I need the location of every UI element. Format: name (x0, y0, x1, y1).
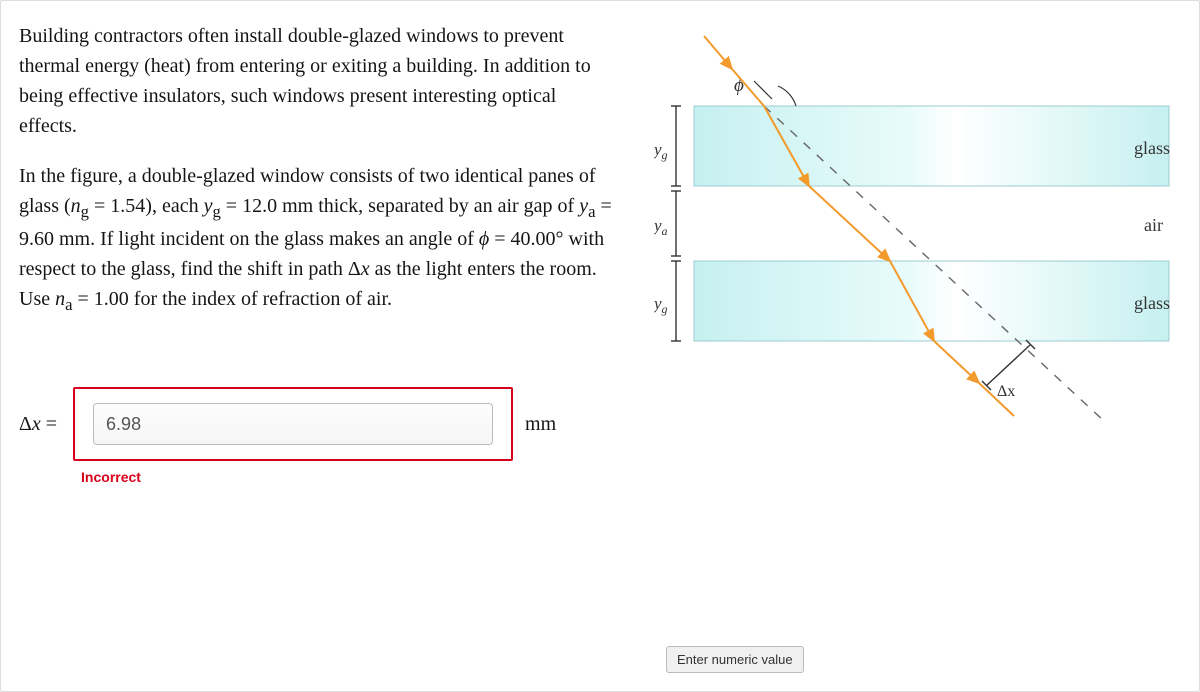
yg-sub: g (212, 202, 220, 221)
feedback-text: Incorrect (81, 469, 141, 485)
question-container: Building contractors often install doubl… (0, 0, 1200, 692)
problem-column: Building contractors often install doubl… (19, 21, 619, 671)
problem-paragraph-1: Building contractors often install doubl… (19, 21, 619, 141)
bracket-yg-top (671, 106, 681, 186)
optics-diagram: glass air glass yg ya y (654, 31, 1184, 451)
enter-numeric-tooltip: Enter numeric value (666, 646, 804, 673)
yg-bottom-label: yg (654, 294, 668, 316)
ng-symbol: n (71, 195, 81, 217)
na-sub: a (65, 295, 72, 314)
problem-paragraph-2: In the figure, a double-glazed window co… (19, 161, 619, 317)
light-ray (704, 36, 1014, 416)
answer-var: x (32, 413, 41, 435)
ya-sub: a (588, 202, 595, 221)
phi-symbol: ϕ (479, 228, 489, 250)
ya-label: ya (654, 216, 668, 238)
na-val: = 1.00 for the index of refraction of ai… (73, 288, 393, 310)
ng-val: = 1.54), each (89, 195, 204, 217)
answer-label: Δx = (19, 413, 57, 436)
glass-pane-top (694, 106, 1169, 186)
label-glass-bottom: glass (1134, 293, 1170, 313)
label-air: air (1144, 215, 1163, 235)
ya-symbol: y (579, 195, 588, 217)
answer-delta: Δ (19, 413, 32, 435)
glass-pane-bottom (694, 261, 1169, 341)
bracket-ya (671, 191, 681, 256)
answer-eq: = (41, 413, 57, 435)
dx-label: Δx (997, 383, 1015, 400)
label-glass-top: glass (1134, 138, 1170, 158)
yg-top-label: yg (654, 140, 668, 162)
answer-block: Δx = Incorrect mm (19, 387, 619, 461)
answer-unit: mm (525, 413, 556, 436)
answer-input[interactable] (93, 403, 493, 445)
ng-sub: g (81, 202, 89, 221)
diagram-column: glass air glass yg ya y (619, 21, 1181, 671)
bracket-yg-bottom (671, 261, 681, 341)
answer-frame: Incorrect (73, 387, 513, 461)
dx-var: x (361, 258, 370, 280)
phi-arc (778, 86, 796, 106)
na-symbol: n (55, 288, 65, 310)
yg-val: = 12.0 mm thick, separated by an air gap… (221, 195, 579, 217)
